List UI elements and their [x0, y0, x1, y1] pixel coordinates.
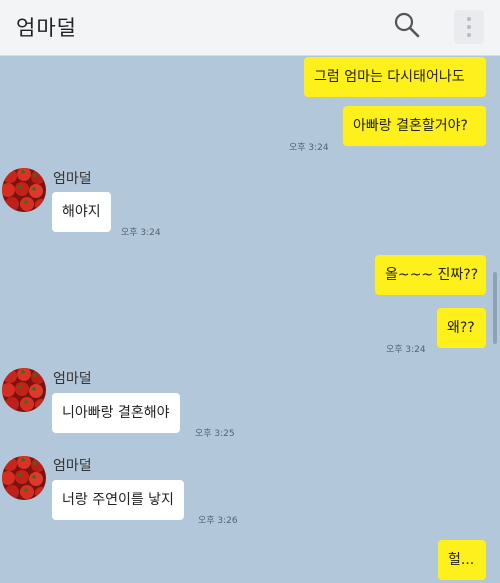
chat-title: 엄마덜 [16, 16, 77, 40]
message-time: 오후 3:25 [195, 429, 235, 439]
message-time: 오후 3:24 [289, 143, 329, 153]
chat-header: 엄마덜 [0, 0, 500, 56]
search-icon[interactable] [392, 10, 422, 40]
my-message-bubble[interactable]: 올~~~ 진짜?? [375, 255, 486, 295]
message-time: 오후 3:26 [198, 516, 238, 526]
other-message-bubble[interactable]: 해야지 [52, 192, 111, 232]
my-message-bubble[interactable]: 그럼 엄마는 다시태어나도 [304, 57, 486, 97]
avatar[interactable] [2, 368, 46, 412]
sender-name: 엄마덜 [53, 371, 92, 387]
message-time: 오후 3:24 [386, 345, 426, 355]
my-message-bubble[interactable]: 헐... [438, 540, 486, 580]
message-time: 오후 3:24 [121, 228, 161, 238]
scrollbar[interactable] [493, 272, 497, 344]
my-message-bubble[interactable]: 아빠랑 결혼할거야? [343, 106, 486, 146]
avatar[interactable] [2, 168, 46, 212]
other-message-bubble[interactable]: 너랑 주연이를 낳지 [52, 480, 184, 520]
sender-name: 엄마덜 [53, 458, 92, 474]
avatar[interactable] [2, 456, 46, 500]
sender-name: 엄마덜 [53, 171, 92, 187]
other-message-bubble[interactable]: 니아빠랑 결혼해야 [52, 393, 180, 433]
my-message-bubble[interactable]: 왜?? [437, 308, 486, 348]
more-vert-icon[interactable] [454, 10, 484, 44]
